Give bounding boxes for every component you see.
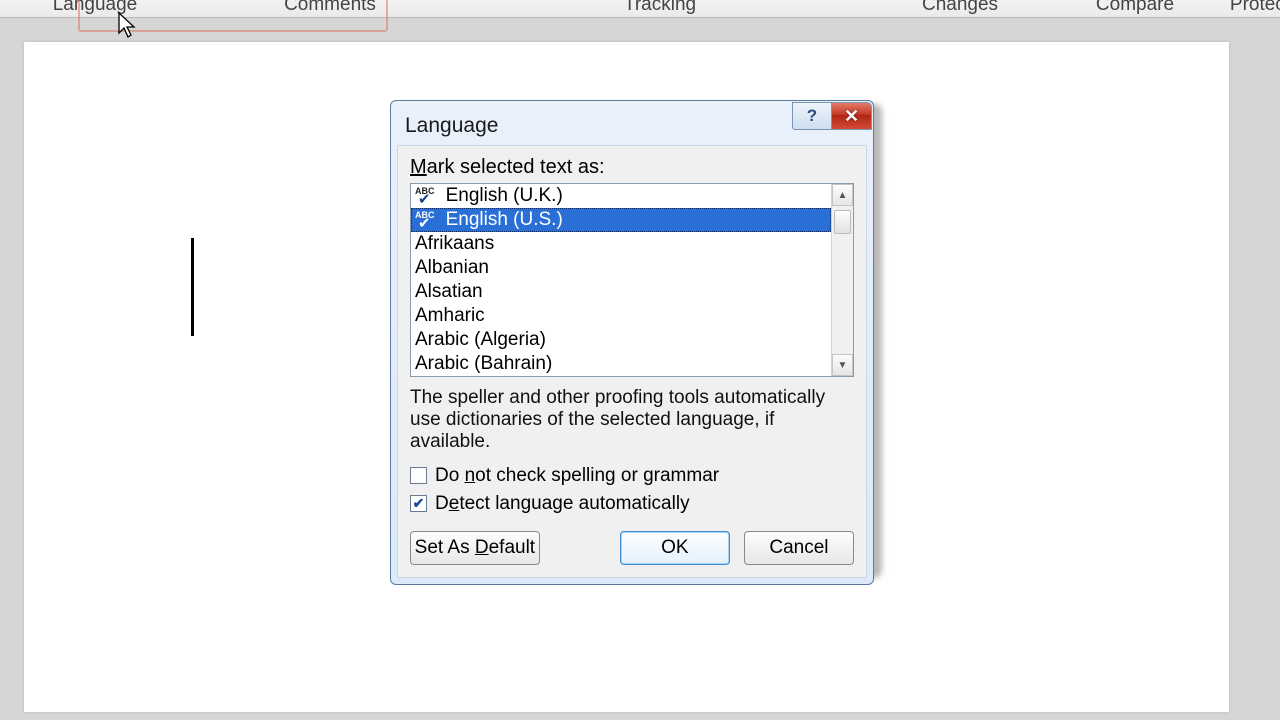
help-icon: ?	[807, 106, 817, 126]
scroll-down-button[interactable]: ▼	[832, 354, 853, 376]
ribbon: Language Comments Tracking Changes Compa…	[0, 0, 1280, 18]
language-list-items: ABC✔English (U.K.) ABC✔English (U.S.) Af…	[411, 184, 831, 376]
list-item[interactable]: Alsatian	[411, 280, 831, 304]
checkbox-icon: ✔	[410, 495, 427, 512]
check-icon: ✔	[418, 214, 431, 232]
titlebar-buttons: ? ✕	[792, 102, 872, 130]
ok-button[interactable]: OK	[620, 531, 730, 565]
list-item[interactable]: Arabic (Algeria)	[411, 328, 831, 352]
scroll-thumb[interactable]	[834, 210, 851, 234]
close-icon: ✕	[844, 106, 859, 127]
dialog-titlebar[interactable]: Language ? ✕	[397, 107, 867, 145]
scroll-up-button[interactable]: ▲	[832, 184, 853, 206]
checkbox-no-spellcheck[interactable]: Do not check spelling or grammar	[410, 465, 854, 487]
list-item[interactable]: ABC✔English (U.S.)	[411, 208, 831, 232]
checkbox-icon	[410, 467, 427, 484]
ribbon-group-tracking[interactable]: Tracking	[600, 0, 720, 16]
mark-selected-label: Mark selected text as:	[410, 156, 854, 179]
ribbon-group-changes[interactable]: Changes	[900, 0, 1020, 16]
listbox-scrollbar[interactable]: ▲ ▼	[831, 184, 853, 376]
help-button[interactable]: ?	[792, 102, 832, 130]
close-button[interactable]: ✕	[832, 102, 872, 130]
list-item[interactable]: Afrikaans	[411, 232, 831, 256]
cancel-button[interactable]: Cancel	[744, 531, 854, 565]
ribbon-group-language[interactable]: Language	[40, 0, 150, 16]
dialog-body: Mark selected text as: ABC✔English (U.K.…	[397, 145, 867, 578]
dialog-info-text: The speller and other proofing tools aut…	[410, 387, 854, 453]
list-item[interactable]: Albanian	[411, 256, 831, 280]
ribbon-group-protect[interactable]: Protect	[1220, 0, 1280, 16]
set-as-default-button[interactable]: Set As Default	[410, 531, 540, 565]
dialog-button-row: Set As Default OK Cancel	[410, 531, 854, 565]
ribbon-group-compare[interactable]: Compare	[1080, 0, 1190, 16]
text-caret	[191, 238, 194, 336]
check-icon: ✔	[418, 190, 431, 208]
checkbox-detect-language[interactable]: ✔ Detect language automatically	[410, 493, 854, 515]
language-listbox[interactable]: ABC✔English (U.K.) ABC✔English (U.S.) Af…	[410, 183, 854, 377]
list-item[interactable]: ABC✔English (U.K.)	[411, 184, 831, 208]
list-item[interactable]: Amharic	[411, 304, 831, 328]
ribbon-group-comments[interactable]: Comments	[260, 0, 400, 16]
language-dialog: Language ? ✕ Mark selected text as: ABC✔…	[390, 100, 874, 585]
scroll-track[interactable]	[832, 206, 853, 354]
dialog-title: Language	[405, 114, 498, 138]
list-item[interactable]: Arabic (Bahrain)	[411, 352, 831, 376]
